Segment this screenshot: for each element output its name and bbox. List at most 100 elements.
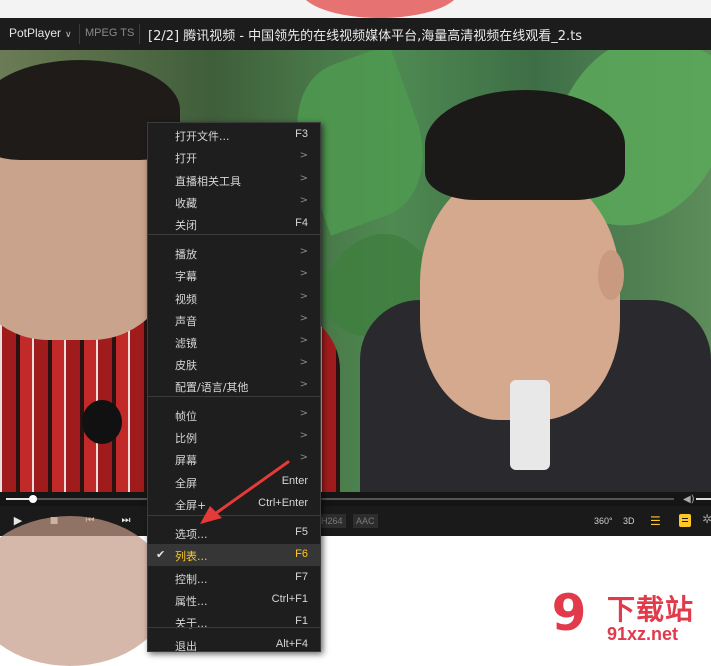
codec-badge: MPEG TS [85, 27, 135, 39]
check-icon: ✔ [156, 548, 166, 561]
menu-item-label: 关闭 [175, 219, 197, 232]
menu-item-label: 控制... [175, 573, 208, 586]
menu-item[interactable]: 关闭 F4 [148, 213, 320, 235]
menu-item[interactable]: 视频 > [148, 287, 320, 309]
menu-item[interactable]: 打开文件... F3 [148, 124, 320, 146]
context-menu: 打开文件... F3 打开 > 直播相关工具 > 收藏 > 关闭 F4 播放 > 字幕 > 视频 > 声音 > 滤镜… [147, 122, 321, 652]
menu-item[interactable]: 比例 > [148, 426, 320, 448]
watermark-logo-text: 9 [552, 584, 587, 642]
menu-item-label: 声音 [175, 315, 197, 328]
menu-item-shortcut: F1 [295, 615, 308, 627]
menu-item-shortcut: F3 [295, 128, 308, 140]
submenu-arrow-icon: > [299, 150, 308, 161]
page-decoration [300, 0, 460, 18]
browser-page-bottom [0, 516, 711, 666]
submenu-arrow-icon: > [299, 268, 308, 279]
submenu-arrow-icon: > [299, 357, 308, 368]
submenu-arrow-icon: > [299, 408, 308, 419]
watermark-domain: 91xz.net [607, 624, 679, 644]
page-decoration [0, 516, 170, 666]
volume-slider[interactable] [696, 498, 711, 500]
menu-item[interactable]: 属性... Ctrl+F1 [148, 589, 320, 611]
menu-item-label: 收藏 [175, 197, 197, 210]
lapel-mic [82, 400, 122, 444]
menu-item-shortcut: F4 [295, 217, 308, 229]
menu-item[interactable]: 滤镜 > [148, 331, 320, 353]
menu-item[interactable]: 打开 > [148, 146, 320, 168]
menu-item[interactable]: 字幕 > [148, 264, 320, 286]
divider [139, 24, 140, 44]
menu-item-shortcut: F6 [295, 548, 308, 560]
potplayer-window: PotPlayer ∨ MPEG TS [2/2] 腾讯视频 - 中国领先的在线视… [0, 18, 711, 536]
submenu-arrow-icon: > [299, 246, 308, 257]
title-bar: PotPlayer ∨ MPEG TS [2/2] 腾讯视频 - 中国领先的在线视… [0, 18, 711, 50]
person-right-collar [510, 380, 550, 470]
menu-separator [148, 396, 320, 397]
seek-bar[interactable]: ◀) [0, 492, 711, 506]
person-right-ear [598, 250, 624, 300]
person-right-hair [425, 90, 625, 200]
submenu-arrow-icon: > [299, 430, 308, 441]
seek-track[interactable] [6, 498, 674, 500]
menu-item-shortcut: F5 [295, 526, 308, 538]
menu-item-label: 帧位 [175, 410, 197, 423]
menu-item[interactable]: 皮肤 > [148, 353, 320, 375]
menu-item-shortcut: Ctrl+F1 [271, 593, 308, 605]
menu-item[interactable]: 配置/语言/其他 > [148, 375, 320, 397]
menu-item[interactable]: 直播相关工具 > [148, 169, 320, 191]
menu-item[interactable]: 退出 Alt+F4 [148, 634, 320, 651]
submenu-arrow-icon: > [299, 291, 308, 302]
menu-item[interactable]: 收藏 > [148, 191, 320, 213]
window-title: [2/2] 腾讯视频 - 中国领先的在线视频媒体平台,海量高清视频在线观看_2.… [148, 29, 583, 44]
video-codec-badge: H264 [318, 514, 346, 528]
menu-item-label: 视频 [175, 293, 197, 306]
gear-icon[interactable]: ✲ [702, 512, 711, 526]
menu-item-label: 属性... [175, 595, 208, 608]
submenu-arrow-icon: > [299, 335, 308, 346]
browser-page-top [0, 0, 711, 18]
menu-item[interactable]: 关于... F1 [148, 611, 320, 633]
menu-item-label: 字幕 [175, 270, 197, 283]
menu-item[interactable]: 播放 > [148, 242, 320, 264]
menu-item-label: 滤镜 [175, 337, 197, 350]
menu-item-label: 皮肤 [175, 359, 197, 372]
menu-item[interactable]: 控制... F7 [148, 567, 320, 589]
menu-item-label: 列表... [175, 550, 208, 563]
menu-item-label: 打开文件... [175, 130, 230, 143]
submenu-arrow-icon: > [299, 313, 308, 324]
menu-item[interactable]: 声音 > [148, 309, 320, 331]
menu-item-shortcut: F7 [295, 571, 308, 583]
vr-360-button[interactable]: 360° [594, 512, 613, 530]
menu-item-label: 配置/语言/其他 [175, 381, 249, 394]
annotation-arrow [200, 460, 290, 524]
chevron-down-icon: ∨ [65, 29, 72, 39]
menu-item-label: 关于... [175, 617, 208, 630]
playlist-icon[interactable] [679, 514, 691, 527]
menu-item-label: 屏幕 [175, 454, 197, 467]
menu-separator [148, 234, 320, 235]
submenu-arrow-icon: > [299, 452, 308, 463]
brand-label: PotPlayer [9, 26, 62, 40]
menu-item-shortcut: Alt+F4 [275, 638, 308, 650]
watermark-title: 下载站 [607, 593, 695, 626]
watermark-logo: 9 [540, 584, 598, 642]
menu-item[interactable]: ✔ 列表... F6 [148, 544, 320, 566]
submenu-arrow-icon: > [299, 195, 308, 206]
submenu-arrow-icon: > [299, 379, 308, 390]
menu-item-label: 全屏 [175, 477, 197, 490]
divider [79, 24, 80, 44]
video-frame[interactable] [0, 50, 711, 492]
submenu-arrow-icon: > [299, 173, 308, 184]
3d-button[interactable]: 3D [623, 512, 635, 530]
audio-codec-badge: AAC [353, 514, 378, 528]
menu-item-label: 播放 [175, 248, 197, 261]
menu-item-label: 比例 [175, 432, 197, 445]
search-list-icon[interactable]: ☰ [650, 512, 661, 530]
menu-item[interactable]: 帧位 > [148, 404, 320, 426]
potplayer-menu-button[interactable]: PotPlayer ∨ [9, 26, 72, 40]
menu-separator [148, 627, 320, 628]
seek-handle[interactable] [29, 495, 37, 503]
menu-item-label: 打开 [175, 152, 197, 165]
volume-icon[interactable]: ◀) [683, 494, 695, 505]
menu-item-label: 直播相关工具 [175, 175, 241, 188]
